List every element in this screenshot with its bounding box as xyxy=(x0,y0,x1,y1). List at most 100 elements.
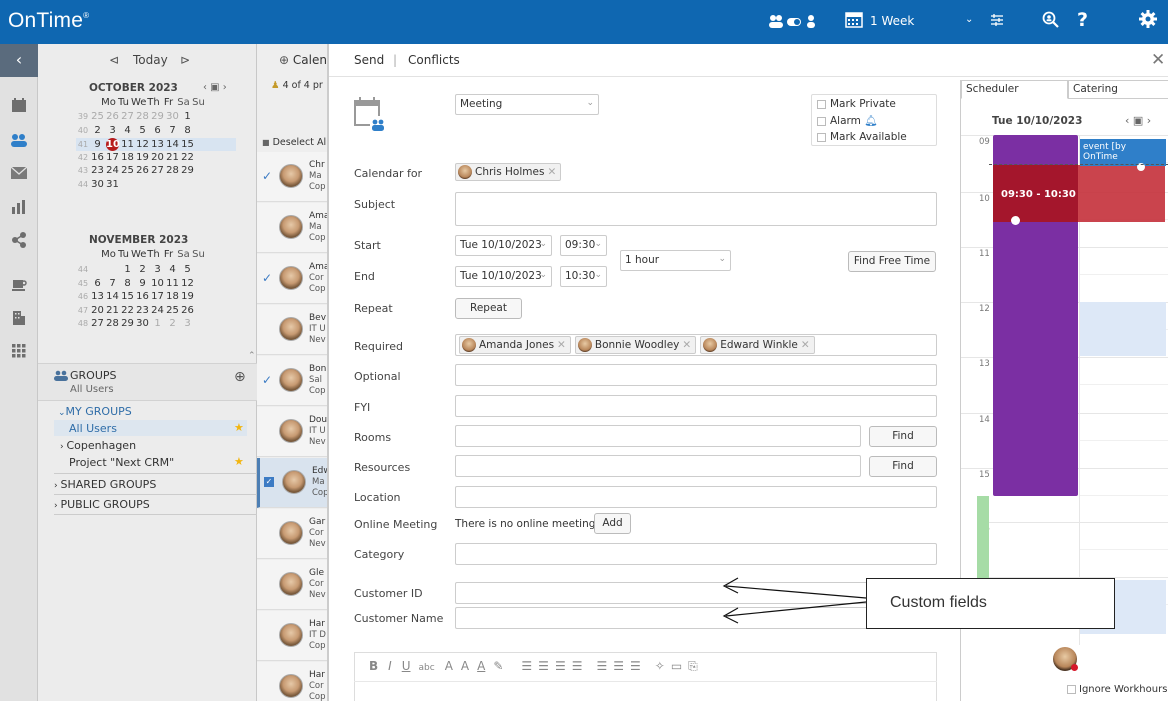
send-button[interactable]: Send xyxy=(354,53,384,67)
calendar-day[interactable]: 28 xyxy=(105,318,120,329)
new-calendar-button[interactable]: ⊕ Calend xyxy=(279,53,327,67)
image-icon[interactable]: ▭ xyxy=(671,659,682,673)
calendar-day[interactable]: 25 xyxy=(165,305,180,316)
align-left-icon[interactable]: ☰ xyxy=(596,659,607,673)
font-color-icon[interactable]: A xyxy=(477,659,485,673)
week-number[interactable]: 41 xyxy=(76,140,90,149)
calendar-day[interactable]: 30 xyxy=(90,179,105,190)
calendar-day[interactable]: 28 xyxy=(165,165,180,176)
ignore-workhours-checkbox[interactable]: Ignore Workhours xyxy=(1067,684,1167,695)
shared-groups-toggle[interactable]: › SHARED GROUPS xyxy=(54,478,156,491)
collapse-up-icon[interactable]: ⌃ xyxy=(248,351,256,361)
calendar-day[interactable]: 6 xyxy=(90,278,105,289)
star-icon[interactable]: ★ xyxy=(234,421,244,434)
fyi-input[interactable] xyxy=(455,395,937,417)
calendar-day[interactable]: 28 xyxy=(135,111,150,122)
today-marker[interactable]: 10 xyxy=(106,138,120,151)
calendar-week-icon[interactable] xyxy=(845,10,863,31)
attendee-chip[interactable]: Amanda Jones ✕ xyxy=(459,336,571,354)
calendar-icon[interactable] xyxy=(10,97,28,115)
align-center-icon[interactable]: ☰ xyxy=(613,659,624,673)
week-number[interactable]: 39 xyxy=(76,112,90,121)
calendar-day[interactable]: 21 xyxy=(105,305,120,316)
calendar-day[interactable]: 22 xyxy=(120,305,135,316)
help-icon[interactable]: ? xyxy=(1077,9,1088,31)
numbered-list-icon[interactable]: ☰ xyxy=(538,659,549,673)
week-number[interactable]: 45 xyxy=(76,279,90,288)
today-button[interactable]: Today xyxy=(133,53,168,67)
week-number[interactable]: 43 xyxy=(76,166,90,175)
calendar-day[interactable]: 16 xyxy=(135,291,150,302)
calendar-day[interactable]: 2 xyxy=(135,264,150,275)
calendar-day[interactable]: 14 xyxy=(105,291,120,302)
calendar-day[interactable]: 4 xyxy=(120,125,135,136)
view-selector[interactable]: 1 Week xyxy=(870,14,914,28)
calendar-day[interactable]: 4 xyxy=(165,264,180,275)
calendar-day[interactable]: 24 xyxy=(105,165,120,176)
checkbox-checked-icon[interactable]: ✓ xyxy=(264,477,274,487)
calendar-day[interactable]: 16 xyxy=(90,152,105,163)
list-item[interactable]: Har Cor Cop xyxy=(257,662,327,701)
calendar-day[interactable]: 7 xyxy=(165,125,180,136)
my-groups-toggle[interactable]: ⌄MY GROUPS xyxy=(58,405,132,418)
calendar-day[interactable]: 23 xyxy=(90,165,105,176)
calendar-day[interactable]: 12 xyxy=(135,139,150,150)
calendar-day[interactable]: 12 xyxy=(180,278,195,289)
apps-grid-icon[interactable] xyxy=(10,344,28,362)
calendar-day[interactable]: 17 xyxy=(105,152,120,163)
calendar-day[interactable]: 17 xyxy=(150,291,165,302)
prev-icon[interactable]: ⊲ xyxy=(109,53,119,67)
underline-icon[interactable]: U xyxy=(402,659,411,673)
list-item[interactable]: Ama Ma Cop xyxy=(257,203,327,253)
calendar-day[interactable]: 15 xyxy=(180,139,195,150)
group-item-all-users[interactable]: All Users xyxy=(69,422,117,435)
attachment-icon[interactable]: ⎘ xyxy=(688,659,698,673)
calendar-day[interactable]: 22 xyxy=(180,152,195,163)
find-rooms-button[interactable]: Find xyxy=(869,426,937,447)
mark-available-checkbox[interactable]: Mark Available xyxy=(817,131,907,143)
bold-icon[interactable]: B xyxy=(369,659,378,673)
add-online-meeting-button[interactable]: Add xyxy=(594,513,631,534)
search-people-icon[interactable] xyxy=(1042,11,1060,32)
list-item[interactable]: Har IT D Cop xyxy=(257,611,327,661)
calendar-day[interactable]: 30 xyxy=(135,318,150,329)
collapse-panel-button[interactable]: ‹ xyxy=(0,44,38,77)
mark-private-checkbox[interactable]: Mark Private xyxy=(817,98,896,110)
scheduler-nav-icon[interactable]: ‹ ▣ › xyxy=(1125,114,1151,127)
app-logo[interactable]: OnTime® xyxy=(8,9,89,33)
groups-title[interactable]: GROUPS xyxy=(70,369,117,382)
list-item[interactable]: Bev IT U Nev xyxy=(257,305,327,355)
calendar-day[interactable]: 25 xyxy=(120,165,135,176)
alarm-checkbox[interactable]: Alarm 🔔︎ xyxy=(817,114,878,127)
calendar-day[interactable]: 3 xyxy=(105,125,120,136)
duration-select[interactable]: 1 hour ⌄ xyxy=(620,250,731,271)
calendar-day[interactable]: 20 xyxy=(150,152,165,163)
calendar-day[interactable]: 5 xyxy=(135,125,150,136)
list-item[interactable]: Gar Cor Nev xyxy=(257,509,327,559)
calendar-day[interactable]: 20 xyxy=(90,305,105,316)
filter-icon[interactable] xyxy=(990,13,1004,30)
deselect-all-button[interactable]: ■ Deselect Al xyxy=(262,137,326,148)
calendar-day[interactable]: 31 xyxy=(105,179,120,190)
calendar-day[interactable]: 1 xyxy=(180,111,195,122)
category-input[interactable] xyxy=(455,543,937,565)
check-icon[interactable]: ✓ xyxy=(262,271,272,285)
week-number[interactable]: 47 xyxy=(76,306,90,315)
calendar-day[interactable]: 2 xyxy=(165,318,180,329)
calendar-day[interactable]: 1 xyxy=(120,264,135,275)
calendar-day[interactable]: 11 xyxy=(165,278,180,289)
group-item-project[interactable]: Project "Next CRM" xyxy=(69,456,174,469)
group-item-copenhagen[interactable]: › Copenhagen xyxy=(60,439,136,452)
repeat-button[interactable]: Repeat xyxy=(455,298,522,319)
building-icon[interactable] xyxy=(10,310,28,328)
list-item[interactable]: ✓ EdwMaCop xyxy=(257,458,327,508)
bullet-list-icon[interactable]: ☰ xyxy=(521,659,532,673)
gear-icon[interactable] xyxy=(1138,9,1158,32)
tab-scheduler[interactable]: Scheduler xyxy=(961,80,1068,99)
calendar-day[interactable]: 3 xyxy=(180,318,195,329)
rooms-input[interactable] xyxy=(455,425,861,447)
calendar-day[interactable]: 26 xyxy=(105,111,120,122)
end-date-select[interactable]: Tue 10/10/2023 ⌄ xyxy=(455,266,552,287)
calendar-day[interactable]: 18 xyxy=(165,291,180,302)
calendar-for-field[interactable]: Chris Holmes ✕ xyxy=(455,163,565,181)
